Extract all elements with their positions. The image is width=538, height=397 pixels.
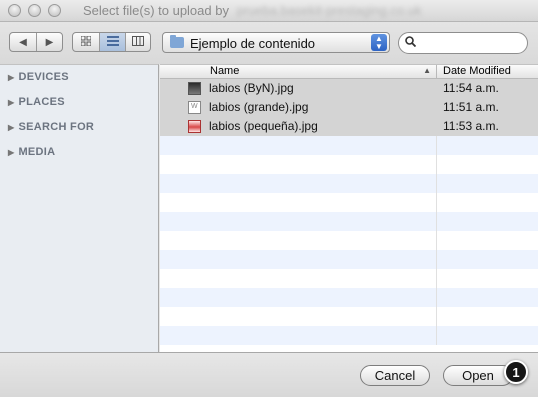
cancel-button[interactable]: Cancel (360, 365, 430, 386)
back-arrow-icon: ◀ (19, 36, 27, 48)
location-popup[interactable]: Ejemplo de contenido ▲ ▼ (162, 32, 390, 53)
window-title-text: Select file(s) to upload by (83, 3, 229, 18)
disclosure-triangle-icon[interactable]: ▶ (8, 98, 14, 107)
column-view-icon (132, 35, 144, 49)
file-date: 11:54 a.m. (443, 81, 499, 95)
sidebar-item-media[interactable]: ▶ MEDIA (8, 146, 55, 158)
empty-row (160, 269, 538, 288)
step-number-badge: 1 (504, 360, 528, 384)
empty-row (160, 326, 538, 345)
window-title: Select file(s) to upload by prueba.basek… (83, 3, 422, 18)
empty-row (160, 174, 538, 193)
date-column-label: Date Modified (443, 65, 511, 77)
list-view-icon (106, 35, 119, 49)
sidebar-item-label: MEDIA (18, 146, 56, 158)
folder-icon (170, 35, 184, 48)
sidebar-item-places[interactable]: ▶ PLACES (8, 96, 65, 108)
empty-row (160, 193, 538, 212)
empty-row (160, 307, 538, 326)
empty-row (160, 155, 538, 174)
file-row[interactable]: labios (pequeña).jpg 11:53 a.m. (160, 117, 538, 136)
toolbar: ◀ ▶ Ejemplo de contenido ▲ ▼ (0, 22, 538, 64)
sidebar: ▶ DEVICES ▶ PLACES ▶ SEARCH FOR ▶ MEDIA (0, 64, 159, 352)
file-name: labios (ByN).jpg (209, 81, 294, 95)
icon-view-button[interactable] (73, 33, 99, 51)
file-row[interactable]: labios (grande).jpg 11:51 a.m. (160, 98, 538, 117)
search-icon (405, 36, 417, 50)
empty-row (160, 250, 538, 269)
back-forward-control: ◀ ▶ (9, 32, 63, 52)
sidebar-item-label: SEARCH FOR (18, 121, 95, 133)
sidebar-item-label: DEVICES (18, 71, 69, 83)
close-window-button[interactable] (8, 4, 21, 17)
sidebar-item-label: PLACES (18, 96, 65, 108)
zoom-window-button[interactable] (48, 4, 61, 17)
location-label: Ejemplo de contenido (190, 36, 316, 51)
empty-row (160, 288, 538, 307)
search-field[interactable] (398, 32, 528, 54)
popup-arrows-icon: ▲ ▼ (371, 34, 387, 51)
file-date: 11:53 a.m. (443, 119, 499, 133)
minimize-window-button[interactable] (28, 4, 41, 17)
file-list-header: Name ▲ Date Modified (160, 65, 538, 79)
date-modified-column-header[interactable]: Date Modified (436, 65, 538, 78)
file-row[interactable]: labios (ByN).jpg 11:54 a.m. (160, 79, 538, 98)
empty-row (160, 212, 538, 231)
document-icon (188, 101, 201, 114)
empty-row (160, 136, 538, 155)
file-dialog-window: Select file(s) to upload by prueba.basek… (0, 0, 538, 397)
title-bar[interactable]: Select file(s) to upload by prueba.basek… (0, 0, 538, 22)
disclosure-triangle-icon[interactable]: ▶ (8, 73, 14, 82)
list-view-button[interactable] (99, 33, 125, 51)
name-column-label: Name (210, 65, 240, 77)
name-column-header[interactable]: Name ▲ (160, 65, 436, 78)
open-button[interactable]: Open (443, 365, 513, 386)
file-name: labios (grande).jpg (209, 100, 309, 114)
empty-row (160, 231, 538, 250)
file-list[interactable]: Name ▲ Date Modified labios (ByN).jpg 11… (160, 64, 538, 352)
disclosure-triangle-icon[interactable]: ▶ (8, 123, 14, 132)
window-title-domain: prueba.basekit-prestaging.co.uk (236, 3, 422, 18)
sidebar-item-search-for[interactable]: ▶ SEARCH FOR (8, 121, 94, 133)
file-name: labios (pequeña).jpg (209, 119, 318, 133)
forward-arrow-icon: ▶ (45, 36, 54, 48)
disclosure-triangle-icon[interactable]: ▶ (8, 148, 14, 157)
button-bar: Cancel Open (0, 352, 538, 397)
back-button[interactable]: ◀ (10, 33, 36, 51)
search-input[interactable] (421, 35, 525, 53)
view-mode-control (72, 32, 151, 52)
sort-ascending-icon: ▲ (423, 66, 431, 75)
sidebar-item-devices[interactable]: ▶ DEVICES (8, 71, 69, 83)
icon-view-icon (80, 35, 92, 49)
red-image-icon (188, 120, 201, 133)
forward-button[interactable]: ▶ (36, 33, 62, 51)
bw-image-icon (188, 82, 201, 95)
file-date: 11:51 a.m. (443, 100, 499, 114)
column-view-button[interactable] (125, 33, 150, 51)
